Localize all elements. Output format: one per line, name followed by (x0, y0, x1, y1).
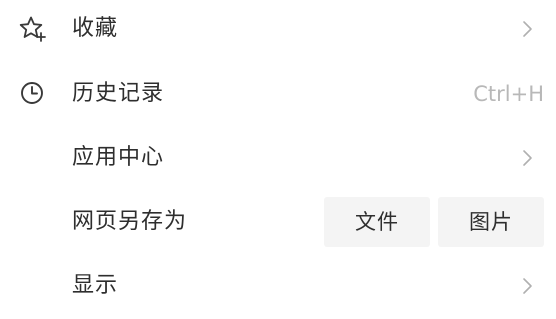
chevron-right-icon (522, 19, 534, 39)
save-as-image-button[interactable]: 图片 (438, 197, 544, 247)
menu-item-label: 应用中心 (72, 145, 165, 170)
menu-item-history[interactable]: 历史记录 Ctrl+H (0, 62, 556, 126)
menu-item-label: 显示 (72, 273, 119, 298)
star-plus-icon (18, 14, 48, 44)
clock-icon (18, 79, 48, 109)
menu-item-display[interactable]: 显示 (0, 254, 556, 318)
menu-item-app-center[interactable]: 应用中心 (0, 126, 556, 190)
menu-item-label: 网页另存为 (72, 209, 188, 234)
context-menu: 收藏 历史记录 Ctrl+H 应用中心 网页另存为 文件 图片 显示 (0, 0, 556, 319)
menu-item-label: 收藏 (72, 16, 119, 41)
menu-item-favorites[interactable]: 收藏 (0, 0, 556, 61)
menu-item-label: 历史记录 (72, 81, 165, 106)
chevron-right-icon (522, 148, 534, 168)
shortcut-hint: Ctrl+H (473, 82, 544, 106)
menu-item-save-page-as: 网页另存为 文件 图片 (0, 190, 556, 254)
save-as-file-button[interactable]: 文件 (324, 197, 430, 247)
chevron-right-icon (522, 276, 534, 296)
